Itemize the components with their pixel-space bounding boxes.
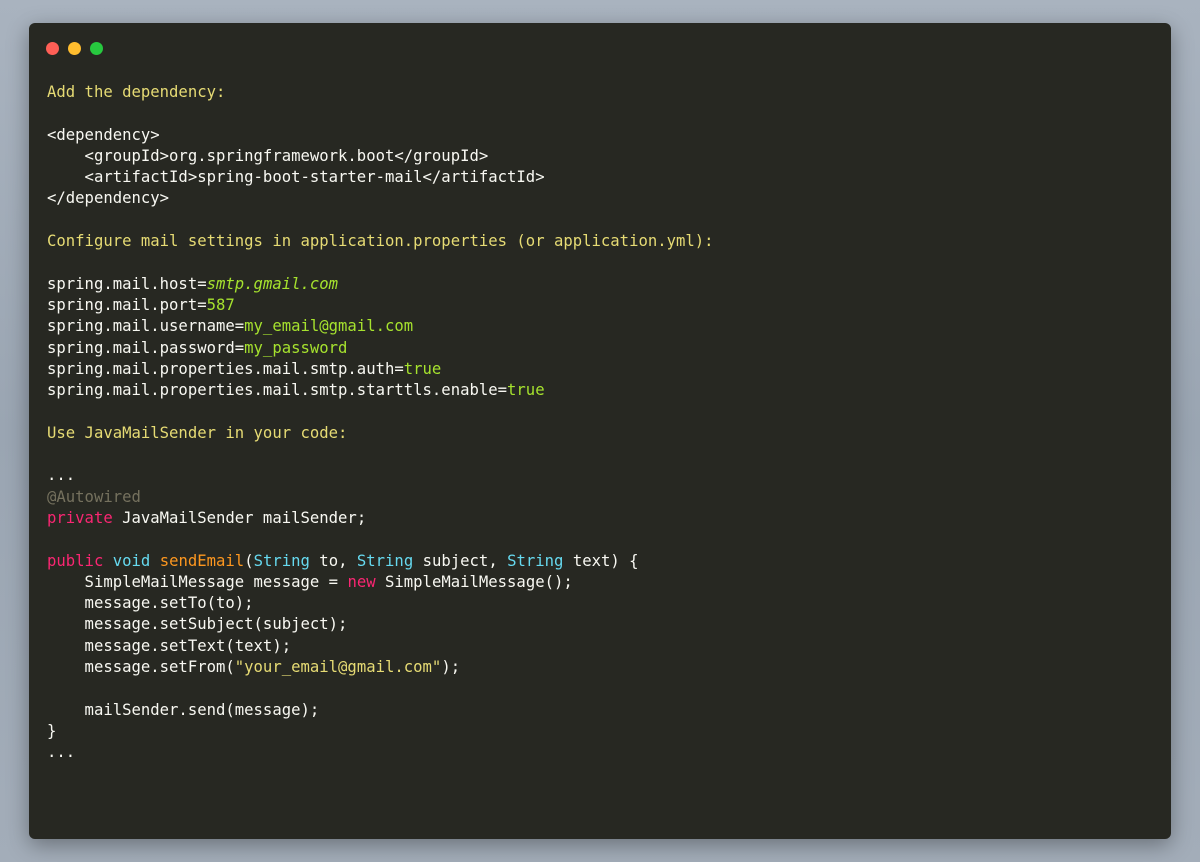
close-window-button[interactable] — [46, 42, 59, 55]
code-line-artifact-id: <artifactId>spring-boot-starter-mail</ar… — [47, 168, 545, 187]
from-address-string: "your_email@gmail.com" — [234, 658, 442, 677]
keyword-public: public — [47, 551, 104, 570]
code-line-annotation: @Autowired — [47, 487, 141, 506]
heading-configure-mail: Configure mail settings in application.p… — [47, 232, 714, 251]
prop-key: spring.mail.password= — [47, 338, 245, 357]
prop-key: spring.mail.username= — [47, 317, 245, 336]
prop-line-username: spring.mail.username=my_email@gmail.com — [47, 316, 714, 337]
prop-line-starttls: spring.mail.properties.mail.smtp.starttl… — [47, 380, 714, 401]
code-line-set-from: message.setFrom("your_email@gmail.com"); — [47, 657, 714, 678]
code-block: Add the dependency: <dependency> <groupId… — [47, 82, 714, 764]
prop-key: spring.mail.port= — [47, 295, 207, 314]
prop-value: my_password — [244, 338, 348, 357]
message-declaration: SimpleMailMessage message = — [47, 572, 348, 591]
type-string: String — [356, 551, 414, 570]
prop-value: true — [403, 359, 442, 378]
prop-value: 587 — [206, 295, 235, 314]
prop-key: spring.mail.properties.mail.smtp.auth= — [47, 359, 404, 378]
prop-value: true — [507, 381, 545, 400]
minimize-window-button[interactable] — [68, 42, 81, 55]
type-string: String — [253, 551, 310, 570]
prop-line-port: spring.mail.port=587 — [47, 295, 714, 316]
set-from-close: ); — [441, 658, 461, 677]
code-line-set-text: message.setText(text); — [47, 636, 292, 655]
code-line-dependency-open: <dependency> — [47, 125, 160, 144]
zoom-window-button[interactable] — [90, 42, 103, 55]
code-line-group-id: <groupId>org.springframework.boot</group… — [47, 146, 489, 165]
prop-line-host: spring.mail.host=smtp.gmail.com — [47, 274, 714, 295]
code-line-send: mailSender.send(message); — [47, 700, 320, 719]
prop-key: spring.mail.properties.mail.smtp.starttl… — [47, 381, 508, 400]
code-line-message-new: SimpleMailMessage message = new SimpleMa… — [47, 572, 714, 593]
param-to: to, — [309, 551, 357, 570]
prop-value: smtp.gmail.com — [206, 274, 339, 293]
code-line-method-signature: public void sendEmail(String to, String … — [47, 551, 639, 570]
prop-key: spring.mail.host= — [47, 274, 207, 293]
heading-use-mail-sender: Use JavaMailSender in your code: — [47, 423, 348, 442]
heading-add-dependency: Add the dependency: — [47, 83, 226, 101]
code-line-ellipsis-top: ... — [47, 466, 76, 485]
code-line-set-subject: message.setSubject(subject); — [47, 615, 348, 634]
message-constructor: SimpleMailMessage(); — [375, 572, 573, 591]
keyword-void: void — [112, 551, 151, 570]
code-line-ellipsis-bottom: ... — [47, 743, 76, 762]
prop-value: my_email@gmail.com — [244, 317, 414, 336]
keyword-private: private — [47, 508, 113, 527]
prop-line-password: spring.mail.password=my_password — [47, 338, 714, 359]
prop-line-smtp-auth: spring.mail.properties.mail.smtp.auth=tr… — [47, 359, 714, 380]
param-subject: subject, — [413, 551, 508, 570]
method-name: sendEmail — [159, 551, 245, 570]
set-from-call: message.setFrom( — [47, 658, 235, 677]
param-text: text) { — [563, 551, 639, 570]
code-line-set-to: message.setTo(to); — [47, 594, 254, 613]
code-line-dependency-close: </dependency> — [47, 189, 170, 208]
code-line-close-brace: } — [47, 721, 57, 740]
code-line-field: private JavaMailSender mailSender; — [47, 508, 714, 529]
type-string: String — [507, 551, 564, 570]
code-window: Add the dependency: <dependency> <groupId… — [29, 23, 1171, 839]
window-controls — [46, 42, 103, 55]
field-declaration: JavaMailSender mailSender; — [112, 508, 367, 527]
keyword-new: new — [347, 572, 376, 591]
